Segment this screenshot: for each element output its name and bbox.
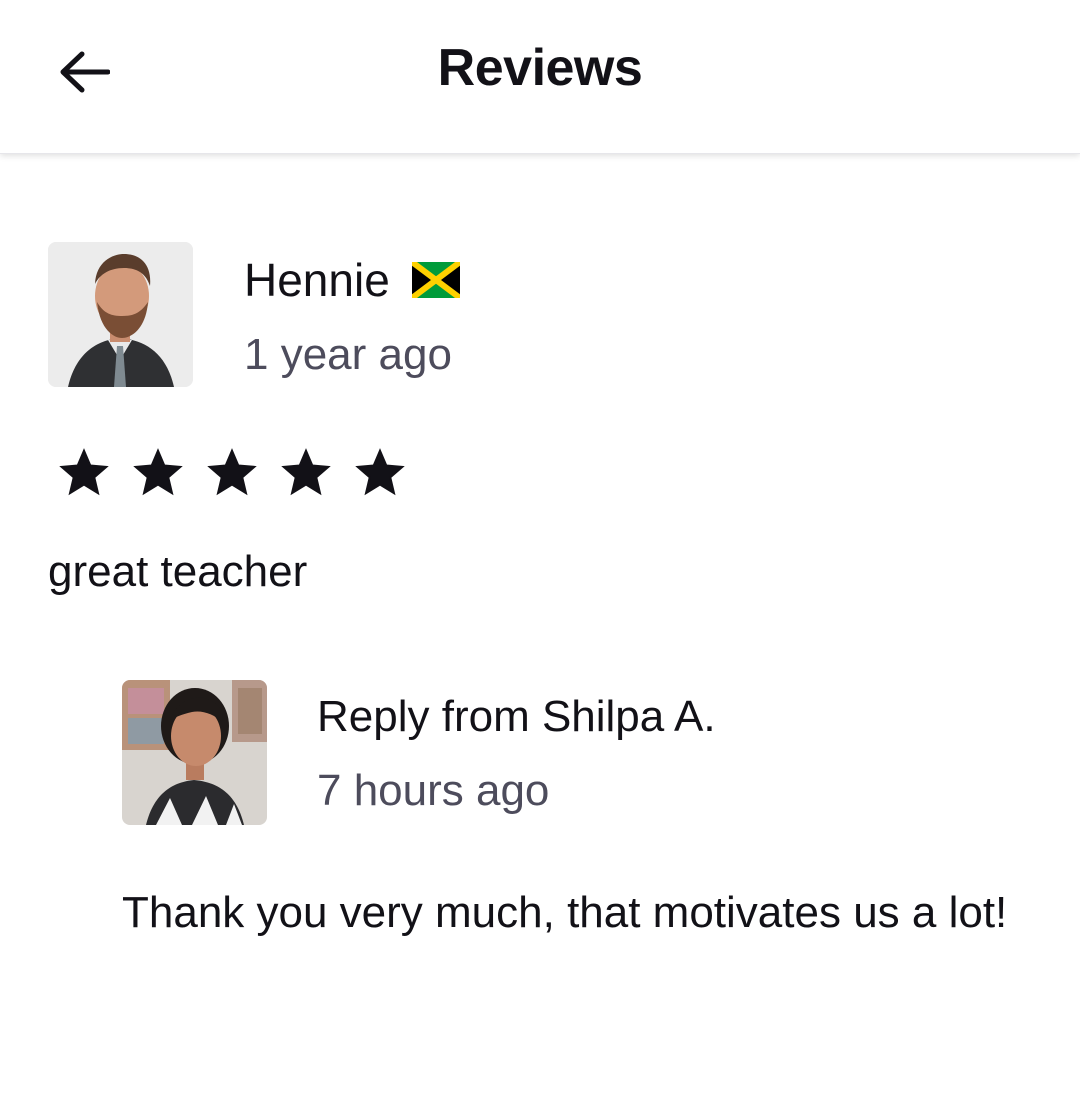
star-icon	[355, 448, 405, 496]
reviewer-name[interactable]: Hennie	[244, 253, 390, 307]
star-icon	[59, 448, 109, 496]
star-rating	[58, 447, 406, 499]
reviewer-name-row: Hennie	[244, 252, 460, 308]
review-timestamp: 1 year ago	[244, 330, 452, 379]
page-title: Reviews	[437, 39, 643, 97]
reply-timestamp: 7 hours ago	[317, 766, 550, 815]
star-icon	[207, 448, 257, 496]
replier-avatar[interactable]	[122, 680, 267, 825]
star-icon	[281, 448, 331, 496]
top-app-bar: Reviews	[0, 0, 1080, 154]
review-text: great teacher	[48, 547, 308, 596]
star-icon	[133, 448, 183, 496]
reply-author: Reply from Shilpa A.	[317, 692, 716, 741]
jamaica-flag-icon	[411, 262, 460, 298]
reviewer-avatar[interactable]	[48, 242, 193, 387]
reply-text: Thank you very much, that motivates us a…	[122, 888, 1008, 937]
